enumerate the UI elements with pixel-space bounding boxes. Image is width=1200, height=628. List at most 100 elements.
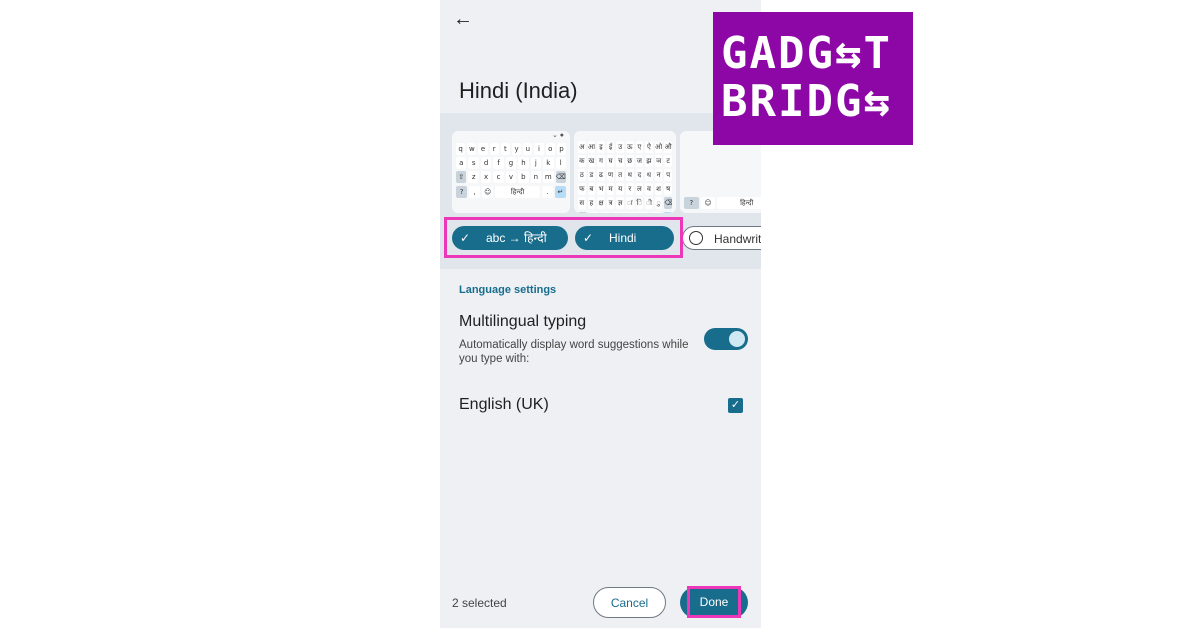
key: म xyxy=(606,183,615,195)
key: , xyxy=(589,212,599,213)
key: ञ xyxy=(654,155,663,167)
key: ⌫ xyxy=(555,171,566,183)
check-icon: ✓ xyxy=(583,231,594,245)
language-checkbox[interactable]: ✓ xyxy=(728,398,743,413)
key: ख xyxy=(587,155,596,167)
key: च xyxy=(616,155,624,167)
chip-hindi[interactable]: ✓ Hindi xyxy=(575,226,674,250)
key: ज्ञ xyxy=(616,197,624,209)
key: k xyxy=(543,157,554,169)
key: ढ xyxy=(597,169,605,181)
key: r xyxy=(489,143,499,155)
multilingual-subtitle: Automatically display word suggestions w… xyxy=(459,339,689,365)
key: घ xyxy=(606,155,615,167)
key: अ xyxy=(578,141,586,153)
key: आ xyxy=(587,141,596,153)
key: z xyxy=(468,171,479,183)
key: b xyxy=(518,171,529,183)
key: h xyxy=(518,157,529,169)
chip-transliteration[interactable]: ✓ abc → हिन्दी xyxy=(452,226,568,250)
key: p xyxy=(556,143,567,155)
key: ⇧ xyxy=(456,171,467,183)
key: v xyxy=(505,171,517,183)
key: ?123 xyxy=(578,212,588,213)
chip-handwriting[interactable]: Handwriting xyxy=(682,226,761,250)
key: ओ xyxy=(654,141,663,153)
key: . xyxy=(541,186,553,198)
key: झ xyxy=(645,155,653,167)
key: ⌫ xyxy=(664,197,672,209)
key: ई xyxy=(606,141,615,153)
key: क xyxy=(578,155,586,167)
key: j xyxy=(530,157,542,169)
key: ↵ xyxy=(662,212,672,213)
key: र xyxy=(625,183,634,195)
key: । xyxy=(651,212,661,213)
key: ऊ xyxy=(625,141,634,153)
key: क्ष xyxy=(597,197,605,209)
key: y xyxy=(512,143,522,155)
selected-count: 2 selected xyxy=(452,596,507,610)
multilingual-title: Multilingual typing xyxy=(459,313,587,330)
key: य xyxy=(616,183,624,195)
key: प xyxy=(664,169,672,181)
key: o xyxy=(545,143,555,155)
key: ु xyxy=(654,197,663,209)
toggle-knob xyxy=(729,331,745,347)
key: श xyxy=(654,183,663,195)
key: s xyxy=(468,157,479,169)
key: ष xyxy=(664,183,672,195)
key: x xyxy=(480,171,492,183)
key: हिन्दी xyxy=(611,212,650,213)
logo-line-1: GADG⇆T xyxy=(721,28,892,79)
arrow-left-icon[interactable]: ← xyxy=(452,8,474,30)
key: ☺ xyxy=(600,212,610,213)
key: भ xyxy=(597,183,605,195)
key: w xyxy=(467,143,477,155)
key: i xyxy=(534,143,544,155)
key: t xyxy=(500,143,511,155)
key: ब xyxy=(587,183,596,195)
section-title: Language settings xyxy=(459,284,557,296)
key: न xyxy=(654,169,663,181)
multilingual-toggle[interactable] xyxy=(704,328,748,350)
key: a xyxy=(456,157,467,169)
key: c xyxy=(493,171,504,183)
key: हिन्दी xyxy=(717,197,761,209)
cancel-button[interactable]: Cancel xyxy=(593,587,666,618)
key: उ xyxy=(616,141,624,153)
key: त्र xyxy=(606,197,615,209)
key: d xyxy=(480,157,492,169)
key: ☺ xyxy=(700,197,716,209)
key: थ xyxy=(625,169,634,181)
key: u xyxy=(523,143,533,155)
key: m xyxy=(543,171,554,183)
keyboard-preview-hindi[interactable]: अआइईउऊएऐओऔ कखगघचछजझञट ठडढणतथदधनप फबभमयरल… xyxy=(574,131,676,213)
key: f xyxy=(493,157,504,169)
key: ☺ xyxy=(482,186,494,198)
key: ध xyxy=(645,169,653,181)
check-icon: ✓ xyxy=(460,231,471,245)
key: फ xyxy=(578,183,586,195)
gadget-bridge-logo: GADG⇆T BRIDG⇆ xyxy=(713,12,913,145)
key: ज xyxy=(635,155,644,167)
key: ा xyxy=(625,197,634,209)
key: ↵ xyxy=(554,186,566,198)
key: ठ xyxy=(578,169,586,181)
key: ए xyxy=(635,141,644,153)
key: q xyxy=(456,143,466,155)
key: , xyxy=(469,186,481,198)
key: ट xyxy=(664,155,672,167)
key: छ xyxy=(625,155,634,167)
key: ?123 xyxy=(684,197,699,209)
mic-icon: ⌄ ● xyxy=(551,132,564,139)
logo-line-2: BRIDG⇆ xyxy=(721,76,892,127)
key: त xyxy=(616,169,624,181)
key: e xyxy=(478,143,488,155)
key: ड xyxy=(587,169,596,181)
keyboard-preview-qwerty[interactable]: ⌄ ● qwertyuiop asdfghjkl ⇧zxcvbnm⌫ ?123,… xyxy=(452,131,570,213)
done-button[interactable]: Done xyxy=(680,587,748,618)
key: हिन्दी xyxy=(495,186,540,198)
key: इ xyxy=(597,141,605,153)
key: ऐ xyxy=(645,141,653,153)
